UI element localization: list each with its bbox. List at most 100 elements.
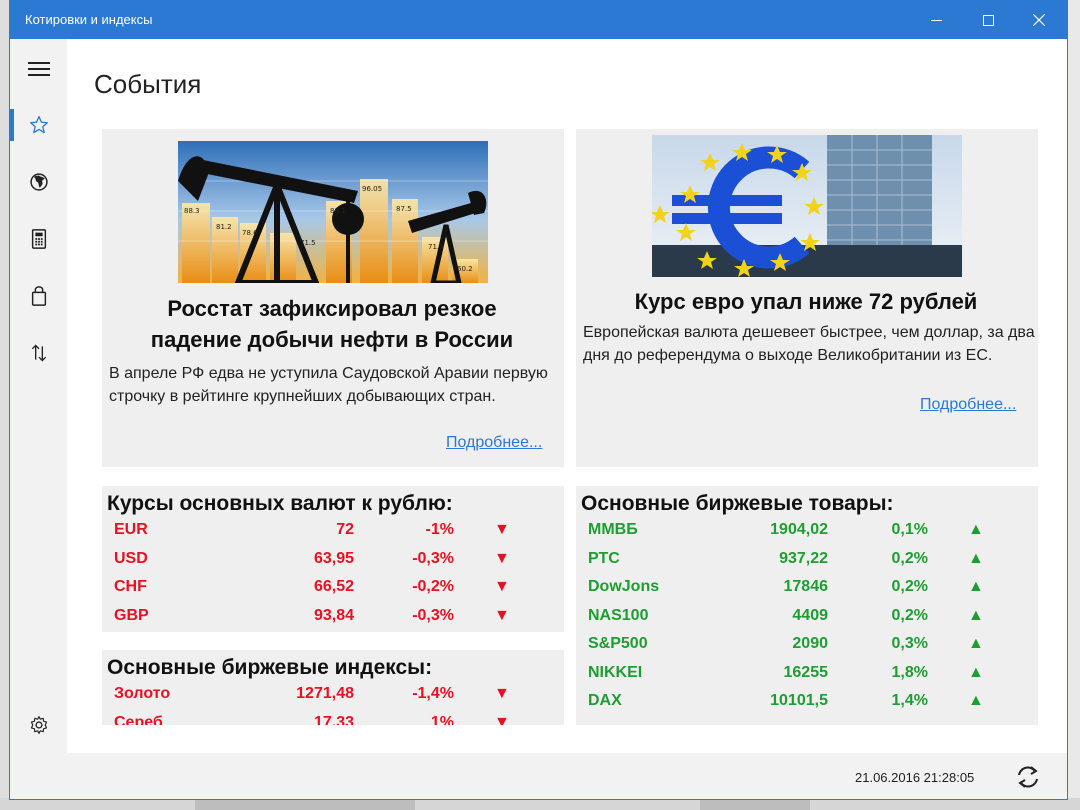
commodity-table: Основные биржевые товары: ММВБ 1904,02 0,1… [576, 486, 1038, 725]
table-row: CHF 66,52 -0,2% ▼ [102, 578, 564, 606]
table-row: DAX 10101,5 1,4% ▲ [576, 692, 1038, 720]
ticker-change: 0,1% [891, 521, 928, 538]
table-row: USD 63,95 -0,3% ▼ [102, 550, 564, 578]
desktop-background [1068, 0, 1080, 810]
index-table: Основные биржевые индексы: Золото 1271,48… [102, 650, 564, 725]
ticker-name: NAS100 [588, 606, 649, 624]
read-more-link[interactable]: Подробнее... [446, 434, 542, 452]
table-row: Золото 1271,48 -1,4% ▼ [102, 685, 564, 713]
sort-icon [31, 344, 46, 362]
ticker-name: CHF [114, 578, 147, 595]
app-window: Котировки и индексы События 88.3 81.2 78… [9, 0, 1068, 800]
close-icon [1033, 14, 1045, 26]
ticker-value: 17,33 [313, 713, 354, 726]
currency-table: Курсы основных валют к рублю: EUR 72 -1% ▼ U… [102, 486, 564, 632]
ticker-value: 93,84 [313, 606, 354, 624]
maximize-button[interactable] [965, 1, 1011, 39]
table-row: DowJons 17846 0,2% ▲ [576, 578, 1038, 606]
ticker-name: EUR [114, 521, 148, 538]
refresh-button[interactable] [1013, 762, 1043, 792]
ticker-change: 0,2% [891, 606, 928, 624]
sidebar [10, 39, 67, 799]
ticker-change: -0,2% [412, 578, 454, 595]
table-row: Сереб 17,33 1% ▼ [102, 714, 564, 726]
news-summary: Европейская валюта дешевеет быстрее, чем… [583, 324, 1035, 364]
sidebar-item-portfolio[interactable] [10, 276, 67, 316]
ticker-change: 0,2% [891, 578, 928, 595]
title-bar[interactable]: Котировки и индексы [10, 1, 1067, 39]
menu-icon [27, 58, 50, 80]
news-card: Курс евро упал ниже 72 рублей Европейска… [576, 129, 1038, 467]
hamburger-menu-button[interactable] [10, 49, 67, 89]
ticker-change: -0,3% [412, 606, 454, 624]
table-row: S&P500 2090 0,3% ▲ [576, 635, 1038, 663]
chart-label: 71.3 [428, 243, 444, 251]
chart-label: 87.5 [396, 205, 412, 213]
trend-down-icon: ▼ [494, 578, 510, 595]
trend-up-icon: ▲ [968, 521, 984, 538]
ticker-value: 16255 [783, 663, 829, 681]
ticker-value: 937,22 [779, 549, 828, 567]
news-card: 88.3 81.2 78.6 71.5 88.1 96.05 87.5 71.3… [102, 129, 564, 467]
settings-button[interactable] [10, 705, 67, 745]
news-image-oil: 88.3 81.2 78.6 71.5 88.1 96.05 87.5 71.3… [178, 141, 488, 283]
ticker-value: 72 [336, 521, 354, 538]
ticker-name: GBP [114, 606, 149, 624]
ticker-name: Сереб [114, 713, 163, 726]
chart-label: 88.3 [184, 207, 200, 215]
ticker-change: -0,3% [412, 549, 454, 567]
currency-table-title: Курсы основных валют к рублю: [107, 492, 453, 515]
ticker-value: 63,95 [313, 549, 354, 567]
close-button[interactable] [1016, 1, 1062, 39]
ticker-name: РТС [588, 549, 620, 567]
news-title: Росстат зафиксировал резкое падение добы… [150, 296, 514, 352]
read-more-link[interactable]: Подробнее... [920, 396, 1016, 414]
trend-down-icon: ▼ [494, 606, 510, 624]
ticker-name: Золото [114, 685, 171, 702]
calculator-icon [31, 229, 46, 249]
sidebar-item-events[interactable] [10, 105, 67, 145]
ticker-change: 0,3% [891, 635, 928, 652]
index-table-title: Основные биржевые индексы: [107, 656, 433, 679]
chart-label: 71.5 [300, 239, 316, 247]
ticker-change: -1% [425, 521, 454, 538]
star-icon [29, 116, 48, 134]
ticker-value: 1271,48 [296, 685, 354, 702]
ticker-name: USD [114, 549, 148, 567]
gear-icon [30, 716, 47, 734]
ticker-name: DowJons [588, 578, 660, 595]
sidebar-item-exchange[interactable] [10, 333, 67, 373]
news-summary: В апреле РФ едва не уступила Саудовской … [109, 365, 548, 405]
table-row: NIKKEI 16255 1,8% ▲ [576, 664, 1038, 692]
trend-down-icon: ▼ [494, 549, 510, 567]
chart-label: 88.1 [330, 207, 346, 215]
minimize-icon [930, 19, 942, 21]
ticker-name: NIKKEI [588, 663, 643, 681]
globe-icon [29, 173, 48, 191]
ticker-name: S&P500 [588, 635, 648, 652]
status-bar: 21.06.2016 21:28:05 [67, 753, 1067, 799]
table-row: GBP 93,84 -0,3% ▼ [102, 607, 564, 635]
refresh-icon [1018, 766, 1038, 788]
main-content: События 88.3 81.2 78.6 71.5 88.1 96.05 8… [67, 39, 1067, 799]
minimize-button[interactable] [913, 1, 959, 39]
chart-label: 81.2 [216, 223, 232, 231]
bag-icon [31, 286, 46, 306]
ticker-name: DAX [588, 692, 622, 709]
table-row: NAS100 4409 0,2% ▲ [576, 607, 1038, 635]
ticker-value: 17846 [783, 578, 829, 595]
sidebar-item-calculator[interactable] [10, 219, 67, 259]
window-title: Котировки и индексы [25, 12, 153, 27]
table-row: ММВБ 1904,02 0,1% ▲ [576, 521, 1038, 549]
ticker-name: ММВБ [588, 521, 638, 538]
ticker-value: 66,52 [313, 578, 354, 595]
ticker-change: 1% [430, 713, 454, 726]
news-image-euro [652, 135, 962, 277]
trend-up-icon: ▲ [968, 692, 984, 709]
chart-label: 78.6 [242, 229, 258, 237]
sidebar-item-world[interactable] [10, 162, 67, 202]
commodity-table-title: Основные биржевые товары: [581, 492, 894, 515]
last-updated-time: 21.06.2016 21:28:05 [855, 770, 975, 785]
ticker-change: 1,8% [891, 663, 928, 681]
ticker-value: 10101,5 [770, 692, 828, 709]
